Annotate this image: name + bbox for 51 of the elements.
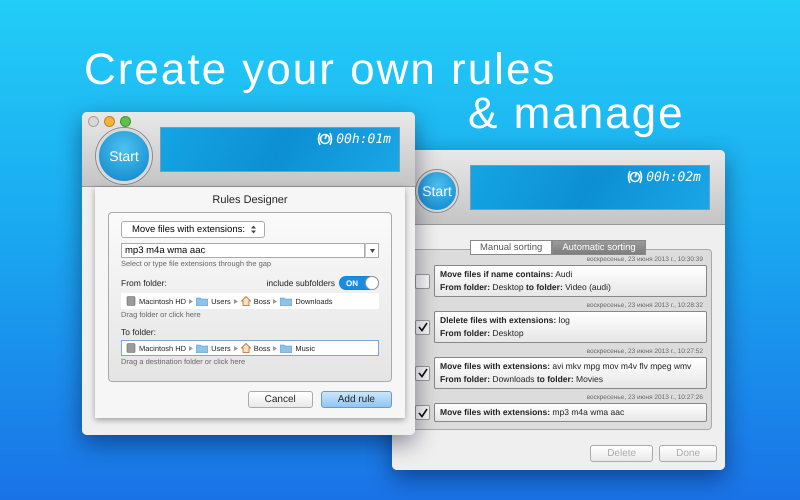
- house-icon: [240, 343, 251, 353]
- action-popup[interactable]: Move files with extensions:: [121, 221, 265, 238]
- field-label: To folder:: [121, 327, 156, 337]
- chevron-icon: [273, 298, 278, 304]
- clock-icon: [627, 170, 644, 184]
- rule-text: From folder: Desktop to folder: Video (audi): [440, 282, 612, 293]
- chevron-icon: [189, 346, 194, 350]
- rule-text: Dlelete files with extensions: log: [440, 315, 571, 326]
- house-icon: [240, 296, 251, 306]
- rule-card[interactable]: Move files with extensions: mp3 m4a wma aac: [434, 403, 707, 422]
- toggle-label: include subfolders: [266, 278, 335, 288]
- rule-checkbox[interactable]: [415, 366, 430, 380]
- rule-text: Move files with extensions: avi mkv mpg mov m4v flv mpeg wmv: [440, 361, 692, 372]
- stepper-icon: [251, 225, 256, 234]
- rule-text: From folder: Downloads to folder: Movies: [440, 374, 604, 385]
- clock-icon: [317, 132, 334, 146]
- timer-text: 00h:01m: [336, 132, 391, 147]
- dialog-button[interactable]: Add rule: [320, 391, 392, 408]
- dropdown-icon: [370, 248, 374, 252]
- headline: & manage: [468, 92, 685, 136]
- dialog-button[interactable]: Cancel: [248, 391, 313, 408]
- rule-checkbox[interactable]: [415, 320, 430, 334]
- rule-checkbox[interactable]: [415, 274, 430, 288]
- rule-text: Move files with extensions: mp3 m4a wma aac: [440, 407, 626, 418]
- chevron-icon: [189, 298, 194, 304]
- rule-text: From folder: Desktop: [440, 328, 525, 339]
- window-control-icon[interactable]: [104, 116, 115, 127]
- rule-checkbox[interactable]: [415, 405, 430, 420]
- chevron-icon: [234, 298, 238, 304]
- rule-card[interactable]: Move files if name contains: Audi From folder: Desktop to folder: Video (audi): [434, 265, 707, 297]
- field-label: From folder:: [121, 278, 167, 288]
- sheet-title: Rules Designer: [212, 194, 288, 206]
- folder-icon: [196, 344, 208, 352]
- subfolders-toggle[interactable]: ON: [339, 276, 379, 290]
- rule-card[interactable]: Dlelete files with extensions: log From folder: Desktop: [434, 311, 707, 343]
- window-control-icon[interactable]: [120, 116, 131, 127]
- checkmark-icon: [418, 322, 428, 332]
- folder-icon: [280, 296, 292, 306]
- checkmark-icon: [418, 408, 428, 418]
- tab[interactable]: Manual sorting: [470, 240, 552, 255]
- rule-text: Move files if name contains: Audi: [440, 269, 574, 280]
- dropdown-button[interactable]: [365, 243, 379, 258]
- extensions-field[interactable]: mp3 m4a wma aac: [121, 243, 365, 258]
- folder-icon: [280, 344, 292, 352]
- headline: Create your own rules: [84, 48, 556, 92]
- folder-icon: [196, 296, 208, 306]
- checkmark-icon: [418, 368, 428, 378]
- timer-text: 00h:02m: [646, 170, 701, 185]
- chevron-icon: [273, 346, 278, 350]
- chevron-icon: [234, 346, 238, 350]
- rule-card[interactable]: Move files with extensions: avi mkv mpg mov m4v flv mpeg wmv From folder: Downloads to folder: Movies: [434, 357, 707, 389]
